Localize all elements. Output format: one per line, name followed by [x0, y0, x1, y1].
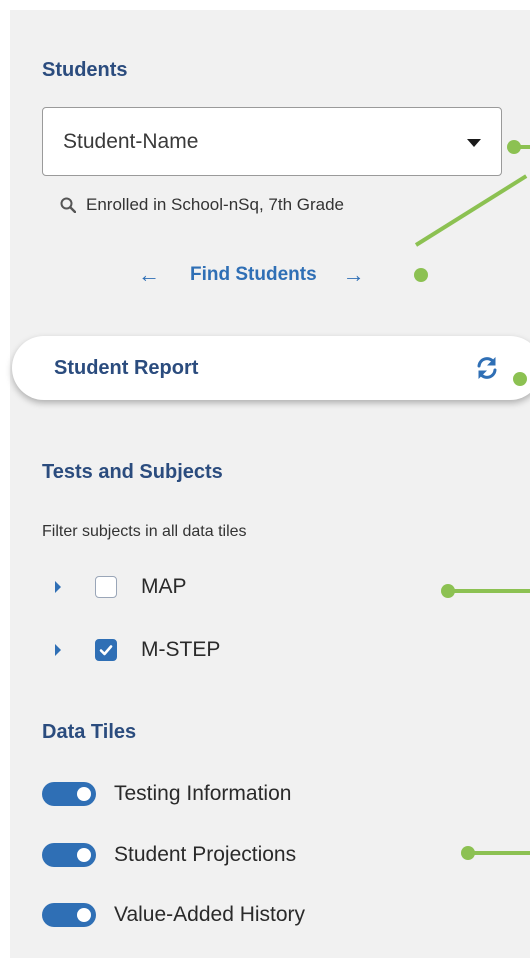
- tile-row-testing-information: Testing Information: [42, 782, 291, 806]
- student-select-value: Student-Name: [63, 130, 199, 153]
- subject-row-map: MAP: [55, 575, 187, 599]
- student-report-bar[interactable]: Student Report: [12, 336, 530, 400]
- refresh-icon[interactable]: [474, 355, 500, 381]
- tile-row-student-projections: Student Projections: [42, 843, 296, 867]
- students-heading: Students: [42, 59, 128, 81]
- previous-student-arrow-icon[interactable]: ←: [138, 262, 160, 288]
- tile-label: Student Projections: [114, 843, 297, 866]
- student-report-label: Student Report: [54, 357, 199, 379]
- sidebar-panel: Students Student-Name Enrolled in School…: [10, 10, 530, 958]
- tests-description: Filter subjects in all data tiles: [42, 523, 247, 540]
- tile-label: Testing Information: [114, 782, 292, 805]
- toggle-knob: [77, 787, 91, 801]
- map-checkbox[interactable]: [95, 576, 117, 598]
- find-students-nav: ← Find Students →: [138, 262, 365, 288]
- value-added-history-toggle[interactable]: [42, 903, 96, 927]
- student-select[interactable]: Student-Name: [42, 107, 502, 176]
- testing-information-toggle[interactable]: [42, 782, 96, 806]
- expand-triangle-icon[interactable]: [55, 644, 61, 656]
- toggle-knob: [77, 908, 91, 922]
- subject-row-mstep: M-STEP: [55, 638, 220, 662]
- checkmark-icon: [99, 644, 112, 655]
- data-tiles-heading: Data Tiles: [42, 721, 137, 743]
- tests-heading: Tests and Subjects: [42, 461, 223, 483]
- annotation-line: [448, 589, 530, 593]
- subject-label: M-STEP: [141, 638, 221, 661]
- toggle-knob: [77, 848, 91, 862]
- annotation-line: [468, 851, 530, 855]
- enrollment-text: Enrolled in School-nSq, 7th Grade: [86, 195, 344, 214]
- next-student-arrow-icon[interactable]: →: [343, 262, 365, 288]
- subject-label: MAP: [141, 575, 187, 598]
- caret-down-icon: [467, 139, 481, 147]
- search-icon: [60, 197, 76, 213]
- mstep-checkbox[interactable]: [95, 639, 117, 661]
- tile-label: Value-Added History: [114, 903, 306, 926]
- enrollment-info: Enrolled in School-nSq, 7th Grade: [60, 195, 344, 215]
- annotation-line: [514, 145, 530, 149]
- annotation-dot: [414, 268, 428, 282]
- expand-triangle-icon[interactable]: [55, 581, 61, 593]
- annotation-dot: [513, 372, 527, 386]
- student-projections-toggle[interactable]: [42, 843, 96, 867]
- find-students-link[interactable]: Find Students: [190, 264, 317, 286]
- tile-row-value-added-history: Value-Added History: [42, 903, 305, 927]
